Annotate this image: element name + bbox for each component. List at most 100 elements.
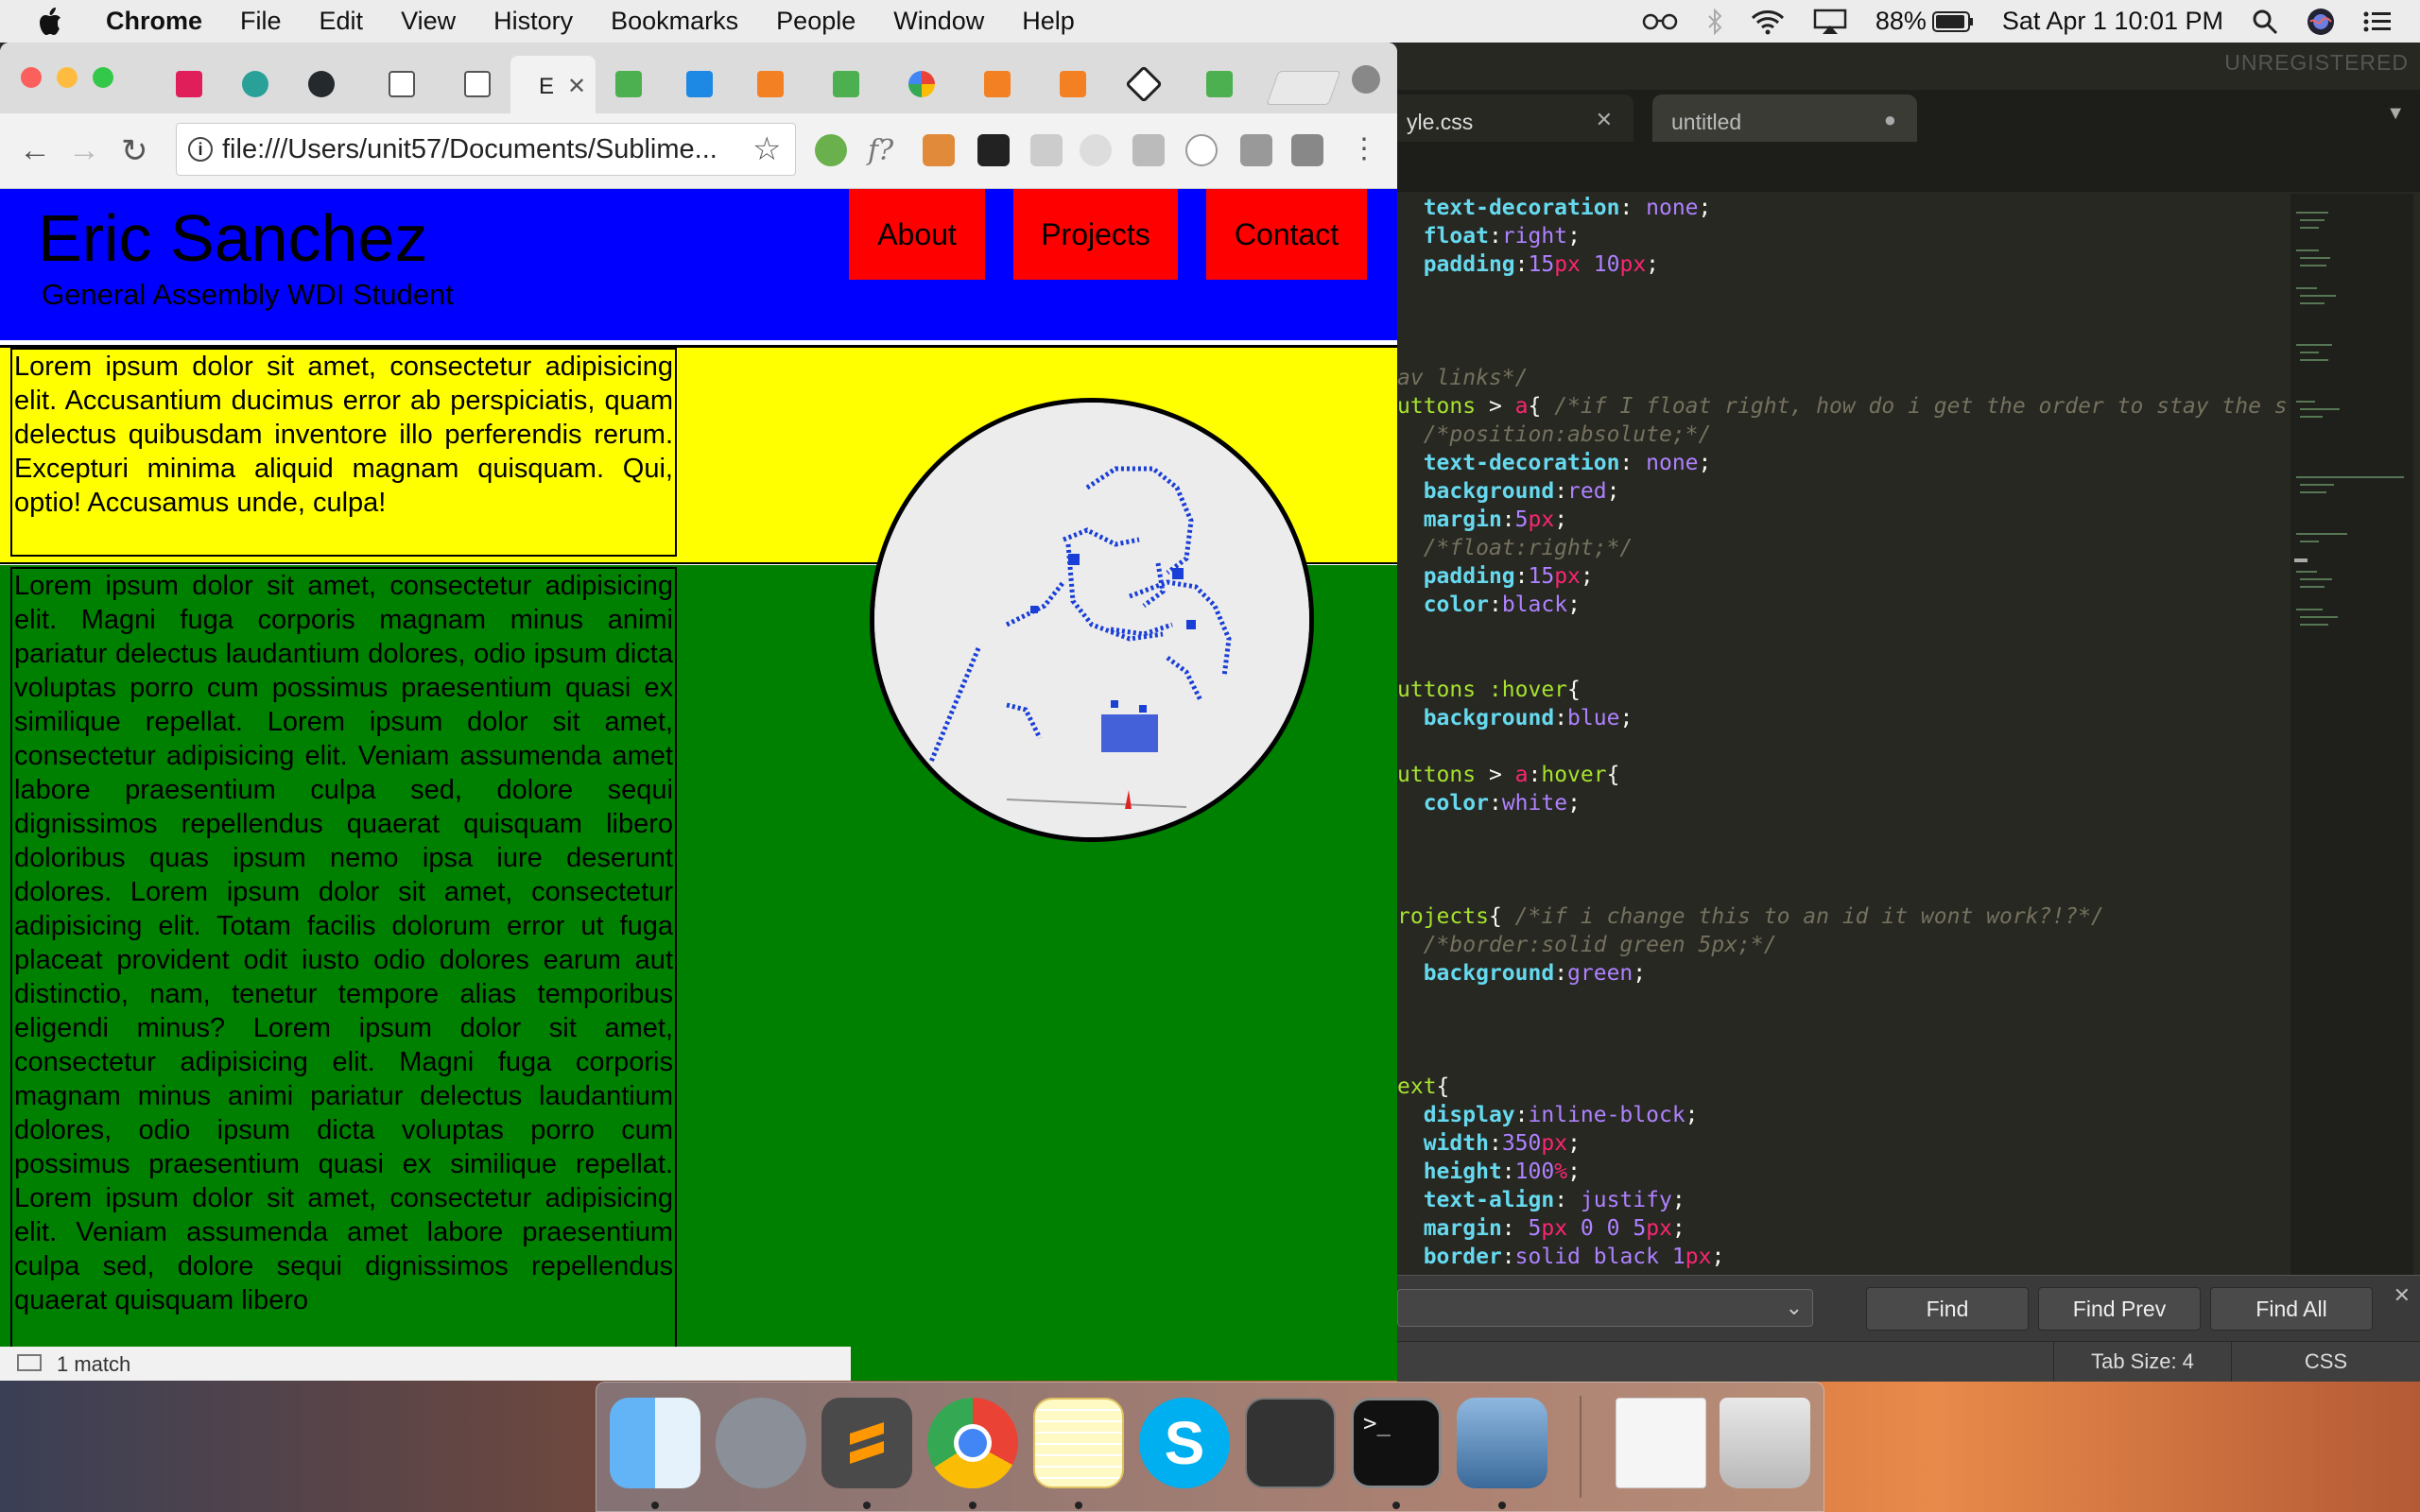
code-editor[interactable]: text-decoration: none; float:right; padd… — [1397, 194, 2286, 1328]
stackoverflow-favicon-icon — [757, 71, 784, 97]
extension-icon[interactable] — [923, 134, 955, 166]
preview-icon[interactable] — [1457, 1398, 1547, 1488]
editor-tab-style-css[interactable]: yle.css ✕ — [1388, 94, 1634, 142]
glasses-icon[interactable] — [1641, 12, 1679, 31]
dock-divider — [1580, 1396, 1582, 1498]
stackoverflow-favicon-icon — [984, 71, 1011, 97]
menu-view[interactable]: View — [401, 7, 456, 36]
reload-icon[interactable]: ↻ — [121, 132, 148, 170]
site-header: Eric Sanchez General Assembly WDI Studen… — [0, 189, 1397, 340]
bluetooth-icon[interactable] — [1707, 8, 1722, 35]
find-all-button[interactable]: Find All — [2210, 1287, 2373, 1331]
extension-icon[interactable] — [1030, 134, 1063, 166]
editor-tab-bar: yle.css ✕ untitled ● ▼ — [1388, 90, 2420, 192]
wifi-icon[interactable] — [1751, 9, 1785, 35]
clock[interactable]: Sat Apr 1 10:01 PM — [2002, 7, 2223, 36]
bookmark-star-icon[interactable]: ☆ — [752, 130, 781, 168]
chrome-icon[interactable] — [927, 1398, 1018, 1488]
browser-tab[interactable] — [884, 58, 959, 111]
browser-tab[interactable] — [151, 58, 227, 111]
nav-contact-button[interactable]: Contact — [1206, 189, 1367, 280]
document-icon[interactable] — [1616, 1398, 1706, 1488]
menu-help[interactable]: Help — [1022, 7, 1075, 36]
menu-dots-icon[interactable]: ⋮ — [1350, 132, 1378, 165]
extension-icon[interactable] — [1132, 134, 1165, 166]
menu-app-name[interactable]: Chrome — [106, 7, 202, 36]
finder-icon[interactable] — [610, 1398, 700, 1488]
profile-photo — [870, 398, 1314, 842]
notes-icon[interactable] — [1033, 1398, 1124, 1488]
unregistered-label: UNREGISTERED — [2224, 50, 2409, 75]
browser-tab[interactable] — [959, 58, 1035, 111]
address-bar[interactable]: i file:///Users/unit57/Documents/Sublime… — [176, 123, 796, 176]
browser-tab[interactable] — [808, 58, 884, 111]
w3schools-favicon-icon — [615, 71, 642, 97]
disk-utility-icon[interactable] — [1245, 1398, 1336, 1488]
notification-center-icon[interactable] — [2363, 10, 2392, 33]
forward-arrow-icon[interactable]: → — [68, 132, 100, 169]
browser-tab[interactable] — [1106, 58, 1182, 111]
tab-size[interactable]: Tab Size: 4 — [2053, 1342, 2231, 1382]
siri-icon[interactable] — [2307, 8, 2335, 36]
browser-tab[interactable] — [364, 58, 440, 111]
airplay-icon[interactable] — [1813, 9, 1847, 35]
close-window-button[interactable] — [21, 67, 42, 88]
battery-icon[interactable] — [1931, 10, 1974, 32]
page-favicon-icon — [389, 71, 415, 97]
info-icon[interactable]: i — [188, 137, 213, 162]
running-indicator — [1498, 1502, 1506, 1509]
syntax-mode[interactable]: CSS — [2231, 1342, 2420, 1382]
active-browser-tab[interactable]: E ✕ — [510, 56, 596, 113]
eyedropper-extension-icon[interactable] — [977, 134, 1010, 166]
find-input[interactable]: ⌄ — [1397, 1289, 1813, 1327]
apple-icon[interactable] — [38, 7, 62, 36]
terminal-icon[interactable]: >_ — [1351, 1398, 1442, 1488]
browser-tab[interactable] — [284, 58, 359, 111]
nav-about-button[interactable]: About — [849, 189, 985, 280]
sublime-text-icon[interactable] — [821, 1398, 912, 1488]
spotlight-search-icon[interactable] — [2252, 9, 2278, 35]
extension-icon[interactable] — [1240, 134, 1272, 166]
browser-tab[interactable] — [1182, 58, 1257, 111]
new-tab-button[interactable] — [1266, 71, 1341, 105]
menu-people[interactable]: People — [776, 7, 856, 36]
menu-edit[interactable]: Edit — [320, 7, 364, 36]
launchpad-icon[interactable] — [716, 1398, 806, 1488]
tab-menu-arrow-icon[interactable]: ▼ — [2386, 103, 2405, 125]
trash-icon[interactable] — [1720, 1398, 1810, 1488]
browser-tab[interactable] — [1035, 58, 1111, 111]
browser-tab[interactable] — [591, 58, 666, 111]
menu-file[interactable]: File — [240, 7, 282, 36]
skype-icon[interactable]: S — [1139, 1398, 1230, 1488]
sublime-text-window: UNREGISTERED yle.css ✕ untitled ● ▼ text… — [1388, 43, 2420, 1382]
browser-tab[interactable] — [217, 58, 293, 111]
extension-icon[interactable] — [815, 134, 847, 166]
close-tab-icon[interactable]: ✕ — [567, 74, 586, 99]
extension-icon[interactable] — [1291, 134, 1323, 166]
menu-bookmarks[interactable]: Bookmarks — [611, 7, 738, 36]
site-favicon-icon — [242, 71, 268, 97]
close-icon[interactable]: ✕ — [2394, 1283, 2411, 1308]
extension-icon[interactable] — [1185, 134, 1218, 166]
minimize-window-button[interactable] — [57, 67, 78, 88]
profile-icon[interactable] — [1352, 65, 1380, 94]
close-icon[interactable]: ✕ — [1596, 108, 1613, 132]
browser-tab[interactable] — [440, 58, 515, 111]
editor-tab-untitled[interactable]: untitled ● — [1652, 94, 1917, 142]
unsaved-dot-icon[interactable]: ● — [1884, 108, 1896, 132]
menu-window[interactable]: Window — [893, 7, 984, 36]
minimap[interactable] — [2290, 194, 2413, 1328]
zoom-window-button[interactable] — [93, 67, 113, 88]
back-arrow-icon[interactable]: ← — [19, 132, 51, 169]
nav-projects-button[interactable]: Projects — [1013, 189, 1178, 280]
sidebar-toggle-icon[interactable] — [17, 1354, 42, 1371]
find-button[interactable]: Find — [1866, 1287, 2029, 1331]
browser-tab[interactable] — [662, 58, 737, 111]
find-prev-button[interactable]: Find Prev — [2038, 1287, 2201, 1331]
fonts-extension-icon[interactable]: f? — [868, 134, 900, 167]
browser-tab[interactable] — [733, 58, 808, 111]
menu-history[interactable]: History — [493, 7, 573, 36]
chevron-down-icon[interactable]: ⌄ — [1786, 1296, 1803, 1320]
dock: S >_ — [596, 1382, 1824, 1512]
react-extension-icon[interactable] — [1080, 134, 1112, 166]
